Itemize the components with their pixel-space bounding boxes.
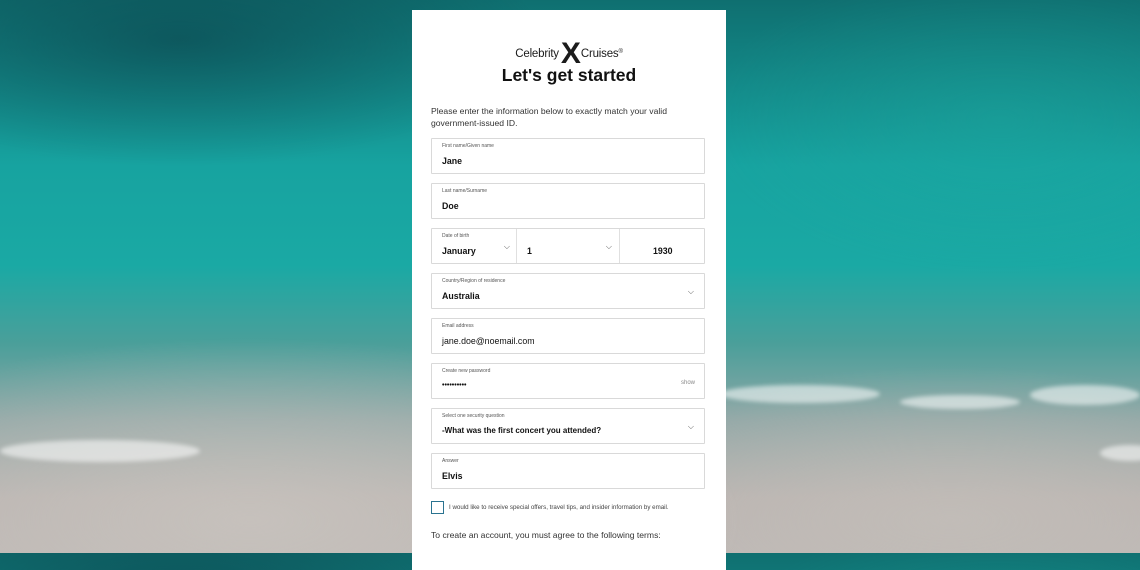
dob-day-value: 1 — [527, 246, 532, 256]
field-label: Email address — [442, 323, 474, 329]
dob-month-value: January — [442, 246, 476, 256]
password-value: •••••••••• — [442, 382, 467, 389]
chevron-down-icon: ⌵ — [687, 287, 694, 296]
security-question-value: -What was the first concert you attended… — [442, 426, 602, 435]
show-password-toggle[interactable]: show — [681, 380, 695, 386]
field-label: Create new password — [442, 368, 491, 374]
answer-field[interactable]: Answer Elvis — [431, 453, 705, 489]
wave-foam — [900, 395, 1020, 409]
dob-day-select[interactable]: 1 ⌵ — [517, 229, 618, 263]
chevron-down-icon: ⌵ — [687, 422, 694, 431]
dob-year-value: 1930 — [653, 246, 673, 256]
logo-registered-mark: ® — [618, 49, 623, 55]
security-question-select[interactable]: Select one security question -What was t… — [431, 408, 705, 444]
country-select[interactable]: Country/Region of residence Australia ⌵ — [431, 273, 705, 309]
first-name-value: Jane — [442, 156, 463, 166]
intro-text: Please enter the information below to ex… — [431, 106, 667, 128]
chevron-down-icon: ⌵ — [503, 242, 510, 251]
wave-foam — [720, 385, 880, 403]
signup-card: CelebrityX Cruises® Let's get started Ple… — [412, 10, 726, 570]
wave-foam — [0, 440, 200, 462]
field-label: Select one security question — [442, 413, 505, 419]
logo-text-cruises: Cruises — [580, 48, 619, 60]
offers-checkbox[interactable] — [431, 501, 444, 514]
answer-value: Elvis — [442, 471, 463, 481]
field-label: First name/Given name — [442, 143, 494, 149]
password-field[interactable]: Create new password •••••••••• show — [431, 363, 705, 399]
chevron-down-icon: ⌵ — [605, 242, 612, 251]
first-name-field[interactable]: First name/Given name Jane — [431, 138, 705, 174]
wave-foam — [1030, 385, 1140, 405]
email-field[interactable]: Email address jane.doe@noemail.com — [431, 318, 705, 354]
field-label: Country/Region of residence — [442, 278, 506, 284]
last-name-value: Doe — [442, 201, 459, 211]
page-title: Let's get started — [501, 65, 637, 85]
dob-year-input[interactable]: 1930 — [620, 229, 704, 263]
terms-text: To create an account, you must agree to … — [431, 530, 661, 540]
last-name-field[interactable]: Last name/Surname Doe — [431, 183, 705, 219]
email-value: jane.doe@noemail.com — [442, 336, 535, 346]
country-value: Australia — [442, 291, 480, 301]
field-label: Answer — [442, 458, 459, 464]
date-of-birth-field: Date of birth January ⌵ 1 ⌵ 1930 — [431, 228, 705, 264]
offers-checkbox-label[interactable]: I would like to receive special offers, … — [449, 504, 669, 511]
field-label: Last name/Surname — [442, 188, 488, 194]
dob-month-select[interactable]: January ⌵ — [432, 229, 516, 263]
logo-text-celebrity: Celebrity — [515, 48, 559, 60]
wave-foam — [1100, 445, 1140, 461]
